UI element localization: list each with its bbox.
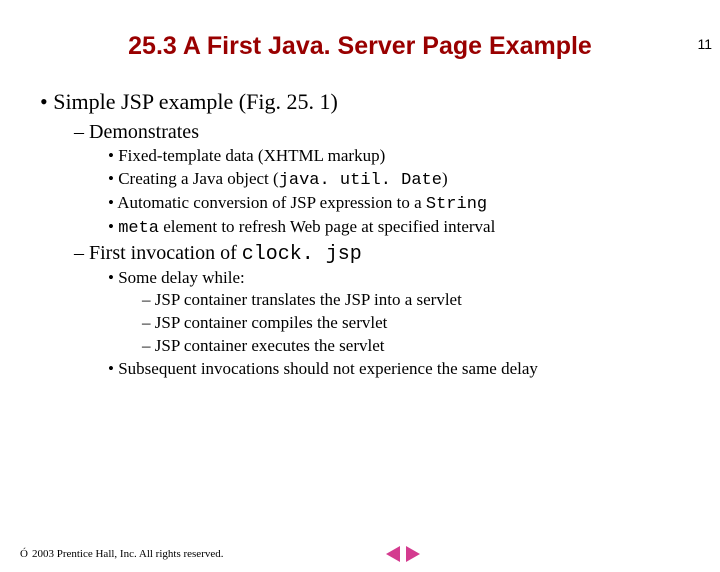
nav-arrows	[386, 546, 420, 562]
bullet-l3-0: Fixed-template data (XHTML markup)	[108, 146, 700, 166]
bullet-l3-3: meta element to refresh Web page at spec…	[108, 217, 700, 238]
bullet-text: First invocation of	[89, 242, 242, 264]
copyright-text: 2003 Prentice Hall, Inc. All rights rese…	[32, 548, 224, 560]
bullet-l4-1: JSP container compiles the servlet	[142, 313, 700, 333]
bullet-l2-1: First invocation of clock. jsp Some dela…	[74, 242, 700, 379]
bullet-l1-0: Simple JSP example (Fig. 25. 1) Demonstr…	[40, 89, 700, 379]
bullet-l4-2: JSP container executes the servlet	[142, 336, 700, 356]
footer: Ó 2003 Prentice Hall, Inc. All rights re…	[20, 546, 700, 562]
bullet-text: JSP container translates the JSP into a …	[155, 290, 462, 309]
bullet-l3-5: Subsequent invocations should not experi…	[108, 359, 700, 379]
slide-content: Simple JSP example (Fig. 25. 1) Demonstr…	[0, 89, 720, 379]
page-number: 11	[697, 36, 712, 52]
bullet-l4-0: JSP container translates the JSP into a …	[142, 290, 700, 310]
bullet-text: JSP container executes the servlet	[155, 336, 385, 355]
bullet-text: Automatic conversion of JSP expression t…	[117, 193, 426, 212]
bullet-text: Demonstrates	[89, 121, 199, 143]
slide-title: 25.3 A First Java. Server Page Example	[0, 32, 720, 61]
bullet-l3-4: Some delay while: JSP container translat…	[108, 268, 700, 356]
bullet-text: JSP container compiles the servlet	[155, 313, 388, 332]
bullet-text: element to refresh Web page at specified…	[159, 217, 495, 236]
code-span: clock. jsp	[242, 243, 362, 266]
bullet-text: Some delay while:	[118, 268, 245, 287]
bullet-l3-1: Creating a Java object (java. util. Date…	[108, 169, 700, 190]
prev-arrow-icon[interactable]	[386, 546, 400, 562]
code-span: String	[426, 195, 487, 214]
next-arrow-icon[interactable]	[406, 546, 420, 562]
bullet-text: Fixed-template data (XHTML markup)	[118, 146, 385, 165]
bullet-text: Subsequent invocations should not experi…	[118, 359, 538, 378]
code-span: java. util. Date	[279, 171, 442, 190]
bullet-text: Simple JSP example (Fig. 25. 1)	[53, 89, 338, 114]
bullet-text: Creating a Java object (	[118, 169, 279, 188]
bullet-l2-0: Demonstrates Fixed-template data (XHTML …	[74, 121, 700, 238]
bullet-l3-2: Automatic conversion of JSP expression t…	[108, 193, 700, 214]
code-span: meta	[118, 219, 159, 238]
bullet-text: )	[442, 169, 448, 188]
copyright-symbol: Ó	[20, 548, 28, 560]
